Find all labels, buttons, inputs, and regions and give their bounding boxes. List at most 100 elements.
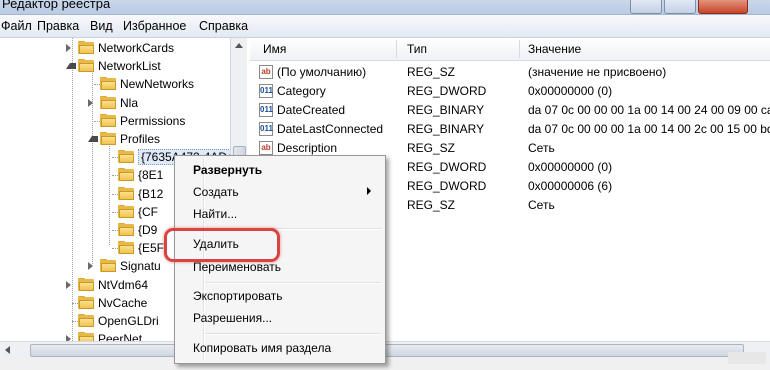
menu-item-find[interactable]: Найти... xyxy=(193,207,237,221)
value-type: REG_SZ xyxy=(407,141,456,155)
menu-help[interactable]: Справка xyxy=(199,19,248,33)
watermark-logo xyxy=(728,352,766,364)
column-divider[interactable] xyxy=(519,40,520,58)
folder-icon xyxy=(100,95,116,109)
table-row[interactable]: 011 Category REG_DWORD 0x00000000 (0) xyxy=(250,82,770,101)
delete-highlight-ring xyxy=(164,228,280,262)
minimize-button[interactable] xyxy=(630,0,662,14)
folder-icon xyxy=(78,41,94,54)
folder-icon xyxy=(78,295,94,309)
folder-icon xyxy=(118,150,134,164)
value-name: (По умолчанию) xyxy=(277,65,367,79)
binary-value-icon: 011 xyxy=(259,103,273,117)
window-title: Редактор реестра xyxy=(2,0,111,11)
table-row[interactable]: 011 DateLastConnected REG_BINARY da 07 0c 0… xyxy=(250,120,770,139)
column-data[interactable]: Значение xyxy=(528,42,581,56)
folder-icon xyxy=(78,314,94,327)
string-value-icon: ab xyxy=(259,141,273,155)
value-name: Category xyxy=(277,84,326,98)
menu-separator xyxy=(205,333,381,335)
value-type: REG_DWORD xyxy=(407,179,487,193)
expand-arrow-icon[interactable] xyxy=(88,262,93,271)
column-type[interactable]: Тип xyxy=(407,42,427,56)
menu-item-rename[interactable]: Переименовать xyxy=(193,260,281,274)
value-type: REG_SZ xyxy=(407,65,456,79)
tree-node[interactable]: NetworkList xyxy=(0,57,246,75)
tree-node[interactable]: NewNetworks xyxy=(0,75,246,93)
menu-item-expand[interactable]: Развернуть xyxy=(193,163,262,177)
expand-arrow-icon[interactable] xyxy=(66,44,71,52)
tree-node[interactable]: NetworkCards xyxy=(0,39,246,57)
scroll-up-arrow-icon[interactable] xyxy=(235,43,243,48)
menu-item-create[interactable]: Создать xyxy=(193,185,239,199)
tree-node-label: {D9 xyxy=(138,223,158,237)
menu-file[interactable]: Файл xyxy=(1,19,32,33)
folder-icon xyxy=(118,186,134,200)
menu-edit[interactable]: Правка xyxy=(37,19,79,33)
folder-icon xyxy=(100,259,116,273)
menu-separator xyxy=(205,282,381,284)
menu-bar: Файл Правка Вид Избранное Справка xyxy=(0,15,770,38)
tree-node-label: Nla xyxy=(120,95,139,110)
expand-arrow-icon[interactable] xyxy=(88,98,93,107)
value-data: (значение не присвоено) xyxy=(528,65,667,79)
tree-node-label: NtVdm64 xyxy=(98,277,149,292)
menu-view[interactable]: Вид xyxy=(90,19,113,33)
tree-node-label: Profiles xyxy=(120,132,161,146)
close-button[interactable] xyxy=(698,0,748,14)
folder-icon xyxy=(100,77,116,91)
scroll-left-arrow-icon[interactable] xyxy=(5,346,10,354)
column-divider[interactable] xyxy=(396,40,397,58)
menu-item-permissions[interactable]: Разрешения... xyxy=(193,311,272,325)
submenu-arrow-icon xyxy=(367,187,371,195)
column-name[interactable]: Имя xyxy=(263,42,286,56)
tree-node-label: {8E1 xyxy=(138,168,164,183)
title-bar: Редактор реестра xyxy=(0,0,770,15)
maximize-button[interactable] xyxy=(664,0,696,14)
binary-value-icon: 011 xyxy=(259,122,273,136)
collapse-arrow-icon[interactable] xyxy=(66,63,76,70)
tree-node-label: Signatu xyxy=(120,259,161,274)
value-data: da 07 0c 00 00 00 1a 00 14 00 24 00 09 0… xyxy=(528,103,770,117)
value-name: Description xyxy=(277,141,338,155)
folder-icon xyxy=(78,277,94,291)
folder-icon xyxy=(100,113,116,127)
menu-favorites[interactable]: Избранное xyxy=(123,19,186,33)
value-type: REG_BINARY xyxy=(407,103,485,117)
value-type: REG_BINARY xyxy=(407,122,485,136)
folder-icon xyxy=(118,168,134,182)
string-value-icon: ab xyxy=(259,65,273,79)
expand-arrow-icon[interactable] xyxy=(66,280,71,289)
folder-icon xyxy=(78,59,94,73)
folder-icon xyxy=(118,241,134,255)
value-name: DateCreated xyxy=(277,103,346,117)
value-data: da 07 0c 00 00 00 1a 00 14 00 2c 00 15 0… xyxy=(528,122,770,136)
menu-item-export[interactable]: Экспортировать xyxy=(193,289,283,303)
tree-node-label: PeerNet xyxy=(98,332,143,341)
tree-node-label: Permissions xyxy=(120,113,186,128)
tree-node[interactable]: Permissions xyxy=(0,112,246,130)
binary-value-icon: 011 xyxy=(259,84,273,98)
folder-icon xyxy=(78,332,94,341)
tree-node-label: OpenGLDri xyxy=(98,314,159,328)
table-row[interactable]: 011 DateCreated REG_BINARY da 07 0c 00 00 0… xyxy=(250,101,770,120)
tree-node-label: NewNetworks xyxy=(120,77,195,92)
table-row[interactable]: ab (По умолчанию) REG_SZ (значение не присв… xyxy=(250,63,770,82)
folder-icon xyxy=(100,132,116,145)
menu-item-copy-key-name[interactable]: Копировать имя раздела xyxy=(193,341,331,355)
tree-node-label: NetworkCards xyxy=(98,41,175,55)
value-data: 0x00000000 (0) xyxy=(528,160,613,174)
tree-node[interactable]: Profiles xyxy=(0,130,246,148)
value-type: REG_DWORD xyxy=(407,160,487,174)
value-data: Сеть xyxy=(528,141,555,155)
tree-node-label: {B12 xyxy=(138,186,164,201)
tree-node[interactable]: Nla xyxy=(0,94,246,112)
value-name: DateLastConnected xyxy=(277,122,384,136)
tree-node-label: {E5F xyxy=(138,241,165,256)
tree-node-label: {CF xyxy=(138,204,159,219)
folder-icon xyxy=(118,204,134,218)
value-data: 0x00000000 (0) xyxy=(528,84,613,98)
collapse-arrow-icon[interactable] xyxy=(88,136,98,142)
value-type: REG_SZ xyxy=(407,198,456,212)
tree-node-label: NetworkList xyxy=(98,59,161,74)
